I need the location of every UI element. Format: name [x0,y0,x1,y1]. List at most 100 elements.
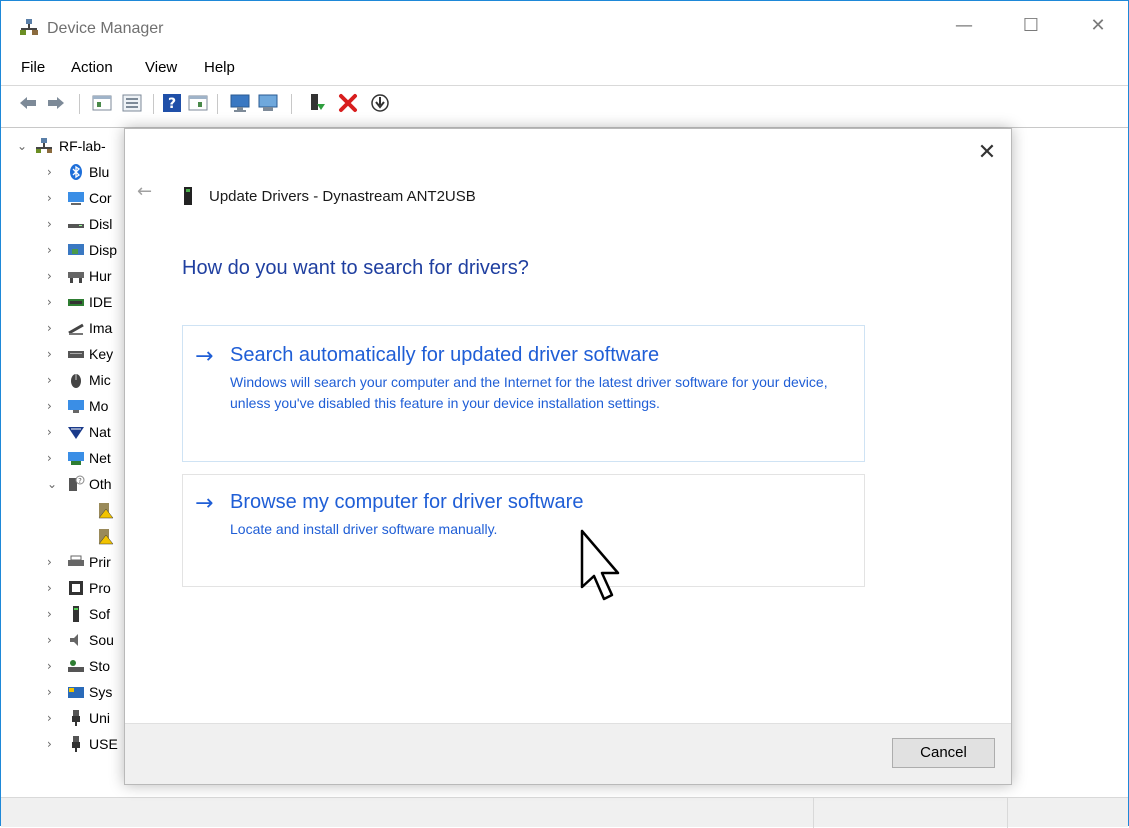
chevron-right-icon[interactable]: › [47,191,59,205]
cancel-button[interactable]: Cancel [892,738,995,768]
tree-item[interactable]: › Uni [11,707,141,731]
processor-icon [69,581,83,595]
update-drivers-dialog: ✕ ← Update Drivers - Dynastream ANT2USB … [124,128,1012,785]
chevron-right-icon[interactable]: › [47,347,59,361]
chevron-right-icon[interactable]: › [47,295,59,309]
tree-item-label: IDE [89,294,113,310]
menu-help[interactable]: Help [204,59,235,76]
tree-item[interactable]: › Sou [11,629,141,653]
chevron-right-icon[interactable]: › [47,165,59,179]
menu-view[interactable]: View [145,59,177,76]
chevron-right-icon[interactable]: › [47,607,59,621]
enable-device-icon[interactable] [305,92,327,114]
tree-item[interactable]: › Net [11,447,141,471]
menu-file[interactable]: File [21,59,45,76]
display-adapter-icon [68,244,84,255]
status-divider [813,798,814,828]
menu-bar: File Action View Help [1,55,1128,81]
chevron-right-icon[interactable]: › [47,659,59,673]
chevron-right-icon[interactable]: › [47,269,59,283]
chevron-right-icon[interactable]: › [47,555,59,569]
tree-item[interactable]: › Sof [11,603,141,627]
print-queue-icon [68,555,84,566]
chevron-right-icon[interactable]: › [47,737,59,751]
tree-item[interactable] [11,499,141,523]
chevron-right-icon[interactable]: › [47,373,59,387]
tree-item[interactable]: › USE [11,733,141,757]
tree-item-label: Mic [89,372,111,388]
tree-item[interactable] [11,525,141,549]
chevron-down-icon[interactable]: ⌄ [17,139,29,153]
help-icon[interactable]: ? [161,92,183,114]
sound-icon [70,634,78,646]
option-description: Locate and install driver software manua… [230,521,498,537]
properties-icon[interactable] [187,92,209,114]
chevron-right-icon[interactable]: › [47,321,59,335]
tree-item[interactable]: › Key [11,343,141,367]
maximize-button[interactable]: ☐ [1008,11,1054,41]
device-tree: ⌄ RF-lab- › Blu › Cor › Disl › Disp › Hu… [11,131,141,791]
tree-root[interactable]: ⌄ RF-lab- [11,135,141,159]
scan-monitor-icon[interactable] [229,92,251,114]
toolbar-separator [153,94,154,114]
bluetooth-icon [70,164,82,180]
chevron-right-icon[interactable]: › [47,243,59,257]
tree-item[interactable]: › Mic [11,369,141,393]
tree-item[interactable]: ⌄ ? Oth [11,473,141,497]
tree-item-label: USE [89,736,118,752]
chevron-right-icon[interactable]: › [47,425,59,439]
tree-item[interactable]: › IDE [11,291,141,315]
tree-item[interactable]: › Sto [11,655,141,679]
chevron-right-icon[interactable]: › [47,685,59,699]
chevron-right-icon[interactable]: › [47,581,59,595]
tree-item[interactable]: › Disl [11,213,141,237]
toolbar: ? [1,89,1128,119]
tree-item[interactable]: › Hur [11,265,141,289]
keyboard-icon [68,351,84,358]
close-icon[interactable]: ✕ [973,139,1001,167]
chevron-right-icon[interactable]: › [47,711,59,725]
computer-root-icon [36,138,52,153]
menu-divider [1,85,1128,86]
search-automatically-option[interactable]: → Search automatically for updated drive… [182,325,865,462]
back-arrow-icon[interactable]: ← [137,181,152,202]
menu-action[interactable]: Action [71,59,113,76]
chevron-right-icon[interactable]: › [47,399,59,413]
back-arrow-icon[interactable] [17,92,39,114]
toolbar-separator [79,94,80,114]
tree-item[interactable]: › Pro [11,577,141,601]
device-list-icon[interactable] [121,92,143,114]
chevron-right-icon[interactable]: › [47,633,59,647]
minimize-button[interactable]: — [941,11,987,41]
chevron-down-icon[interactable]: ⌄ [47,477,59,491]
tree-item[interactable]: › Mo [11,395,141,419]
forward-arrow-icon[interactable] [45,92,67,114]
national-instruments-icon [68,427,84,439]
close-window-button[interactable]: ✕ [1075,11,1121,41]
tree-item[interactable]: › Blu [11,161,141,185]
usb-stick-icon [184,187,192,205]
tree-item-label: Ima [89,320,113,336]
monitor-icon [68,400,84,413]
tree-item[interactable]: › Disp [11,239,141,263]
tree-item[interactable]: › Cor [11,187,141,211]
tree-item[interactable]: › Sys [11,681,141,705]
tree-item-label: Sou [89,632,114,648]
tree-item[interactable]: › Prir [11,551,141,575]
mouse-icon [71,374,81,388]
chevron-right-icon[interactable]: › [47,451,59,465]
computer-icon [68,192,84,205]
properties-view-icon[interactable] [91,92,113,114]
tree-item[interactable]: › Nat [11,421,141,445]
uninstall-x-icon[interactable] [337,92,359,114]
dialog-footer: Cancel [125,723,1011,784]
browse-computer-option[interactable]: → Browse my computer for driver software… [182,474,865,587]
computer-icon[interactable] [257,92,279,114]
status-bar [1,797,1128,828]
chevron-right-icon[interactable]: › [47,217,59,231]
tree-item-label: Blu [89,164,110,180]
update-driver-icon[interactable] [369,92,391,114]
tree-item-label: Cor [89,190,112,206]
disk-drive-icon [68,224,84,228]
tree-item[interactable]: › Ima [11,317,141,341]
